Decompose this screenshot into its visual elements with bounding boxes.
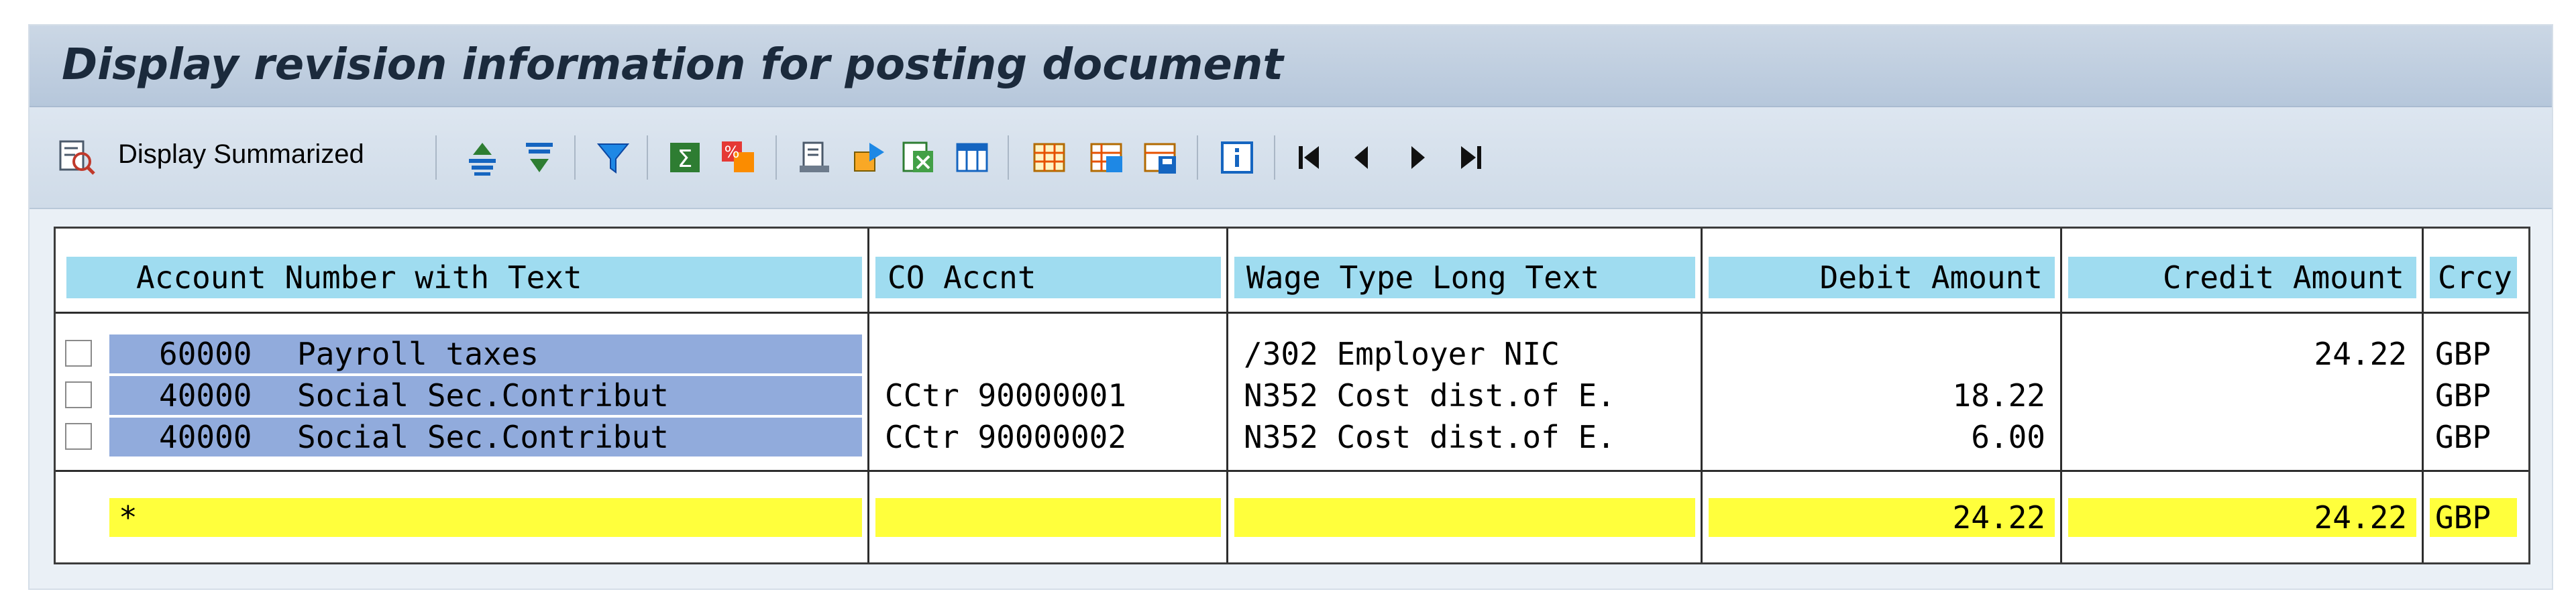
debit-cell[interactable] bbox=[1709, 334, 2055, 373]
toolbar-separator bbox=[574, 135, 576, 180]
column-header-debit[interactable]: Debit Amount bbox=[1709, 257, 2055, 298]
last-page-icon[interactable] bbox=[1452, 137, 1489, 178]
toolbar-separator bbox=[647, 135, 648, 180]
wage-type-cell[interactable]: N352 Cost dist.of E. bbox=[1234, 376, 1695, 415]
save-layout-icon[interactable] bbox=[1136, 137, 1183, 178]
first-page-icon[interactable] bbox=[1291, 137, 1328, 178]
currency-cell[interactable]: GBP bbox=[2430, 376, 2517, 415]
total-marker-cell[interactable]: * bbox=[109, 498, 862, 537]
column-separator bbox=[1701, 229, 1703, 562]
account-text: Payroll taxes bbox=[297, 336, 539, 372]
alv-grid: Account Number with Text CO Accnt Wage T… bbox=[54, 227, 2530, 564]
sort-descending-icon[interactable] bbox=[516, 137, 563, 178]
toolbar-separator bbox=[435, 135, 437, 180]
report-window: Display revision information for posting… bbox=[28, 24, 2553, 590]
account-number: 40000 bbox=[159, 377, 252, 414]
currency-cell[interactable]: GBP bbox=[2430, 334, 2517, 373]
title-bar: Display revision information for posting… bbox=[30, 25, 2552, 107]
column-header-credit[interactable]: Credit Amount bbox=[2068, 257, 2416, 298]
account-cell[interactable]: 40000 Social Sec.Contribut bbox=[109, 376, 862, 415]
display-summarized-button[interactable]: Display Summarized bbox=[118, 139, 364, 170]
display-summarized-icon[interactable] bbox=[50, 137, 103, 178]
print-preview-icon[interactable] bbox=[791, 137, 838, 178]
toolbar-separator bbox=[1008, 135, 1009, 180]
wage-type-cell[interactable]: /302 Employer NIC bbox=[1234, 334, 1695, 373]
total-currency-cell[interactable]: GBP bbox=[2430, 498, 2517, 537]
column-separator bbox=[2422, 229, 2424, 562]
alv-toolbar: Display Summarized Σ % bbox=[30, 107, 2552, 209]
total-co-account-cell bbox=[875, 498, 1221, 537]
account-text: Social Sec.Contribut bbox=[297, 419, 669, 455]
previous-page-icon[interactable] bbox=[1344, 137, 1378, 178]
credit-cell[interactable] bbox=[2068, 418, 2416, 456]
totals-divider bbox=[56, 470, 2528, 472]
toolbar-separator bbox=[1197, 135, 1198, 180]
wage-type-cell[interactable]: N352 Cost dist.of E. bbox=[1234, 418, 1695, 456]
total-credit-cell[interactable]: 24.22 bbox=[2068, 498, 2416, 537]
export-spreadsheet-icon[interactable] bbox=[895, 137, 942, 178]
column-separator bbox=[2060, 229, 2062, 562]
co-account-cell[interactable]: CCtr 90000001 bbox=[875, 376, 1221, 415]
column-header-currency[interactable]: Crcy bbox=[2430, 257, 2517, 298]
filter-icon[interactable] bbox=[590, 137, 637, 178]
subtotal-icon[interactable]: % bbox=[714, 137, 767, 178]
account-text: Social Sec.Contribut bbox=[297, 377, 669, 414]
account-number: 60000 bbox=[159, 336, 252, 372]
debit-cell[interactable]: 18.22 bbox=[1709, 376, 2055, 415]
column-header-co-account[interactable]: CO Accnt bbox=[875, 257, 1221, 298]
abc-analysis-icon[interactable] bbox=[949, 137, 996, 178]
column-separator bbox=[1226, 229, 1228, 562]
credit-cell[interactable] bbox=[2068, 376, 2416, 415]
total-debit-cell[interactable]: 24.22 bbox=[1709, 498, 2055, 537]
credit-cell[interactable]: 24.22 bbox=[2068, 334, 2416, 373]
toolbar-separator bbox=[1274, 135, 1275, 180]
export-icon[interactable] bbox=[845, 137, 892, 178]
co-account-cell[interactable] bbox=[875, 334, 1221, 373]
change-layout-icon[interactable] bbox=[1026, 137, 1073, 178]
column-header-account[interactable]: Account Number with Text bbox=[66, 257, 862, 298]
total-icon[interactable]: Σ bbox=[661, 137, 708, 178]
row-select-checkbox[interactable] bbox=[65, 423, 92, 450]
page-title: Display revision information for posting… bbox=[62, 40, 1283, 90]
select-layout-icon[interactable] bbox=[1083, 137, 1130, 178]
column-separator bbox=[867, 229, 869, 562]
svg-text:Σ: Σ bbox=[678, 145, 693, 173]
account-number: 40000 bbox=[159, 419, 252, 455]
next-page-icon[interactable] bbox=[1401, 137, 1435, 178]
account-cell[interactable]: 60000 Payroll taxes bbox=[109, 334, 862, 373]
row-select-checkbox[interactable] bbox=[65, 381, 92, 408]
svg-text:%: % bbox=[724, 143, 740, 162]
co-account-cell[interactable]: CCtr 90000002 bbox=[875, 418, 1221, 456]
account-cell[interactable]: 40000 Social Sec.Contribut bbox=[109, 418, 862, 456]
column-header-wage-type[interactable]: Wage Type Long Text bbox=[1234, 257, 1695, 298]
header-divider bbox=[56, 312, 2528, 314]
currency-cell[interactable]: GBP bbox=[2430, 418, 2517, 456]
information-icon[interactable] bbox=[1214, 137, 1260, 178]
row-select-checkbox[interactable] bbox=[65, 340, 92, 367]
toolbar-separator bbox=[775, 135, 777, 180]
total-wage-type-cell bbox=[1234, 498, 1695, 537]
sort-ascending-icon[interactable] bbox=[459, 137, 506, 178]
debit-cell[interactable]: 6.00 bbox=[1709, 418, 2055, 456]
